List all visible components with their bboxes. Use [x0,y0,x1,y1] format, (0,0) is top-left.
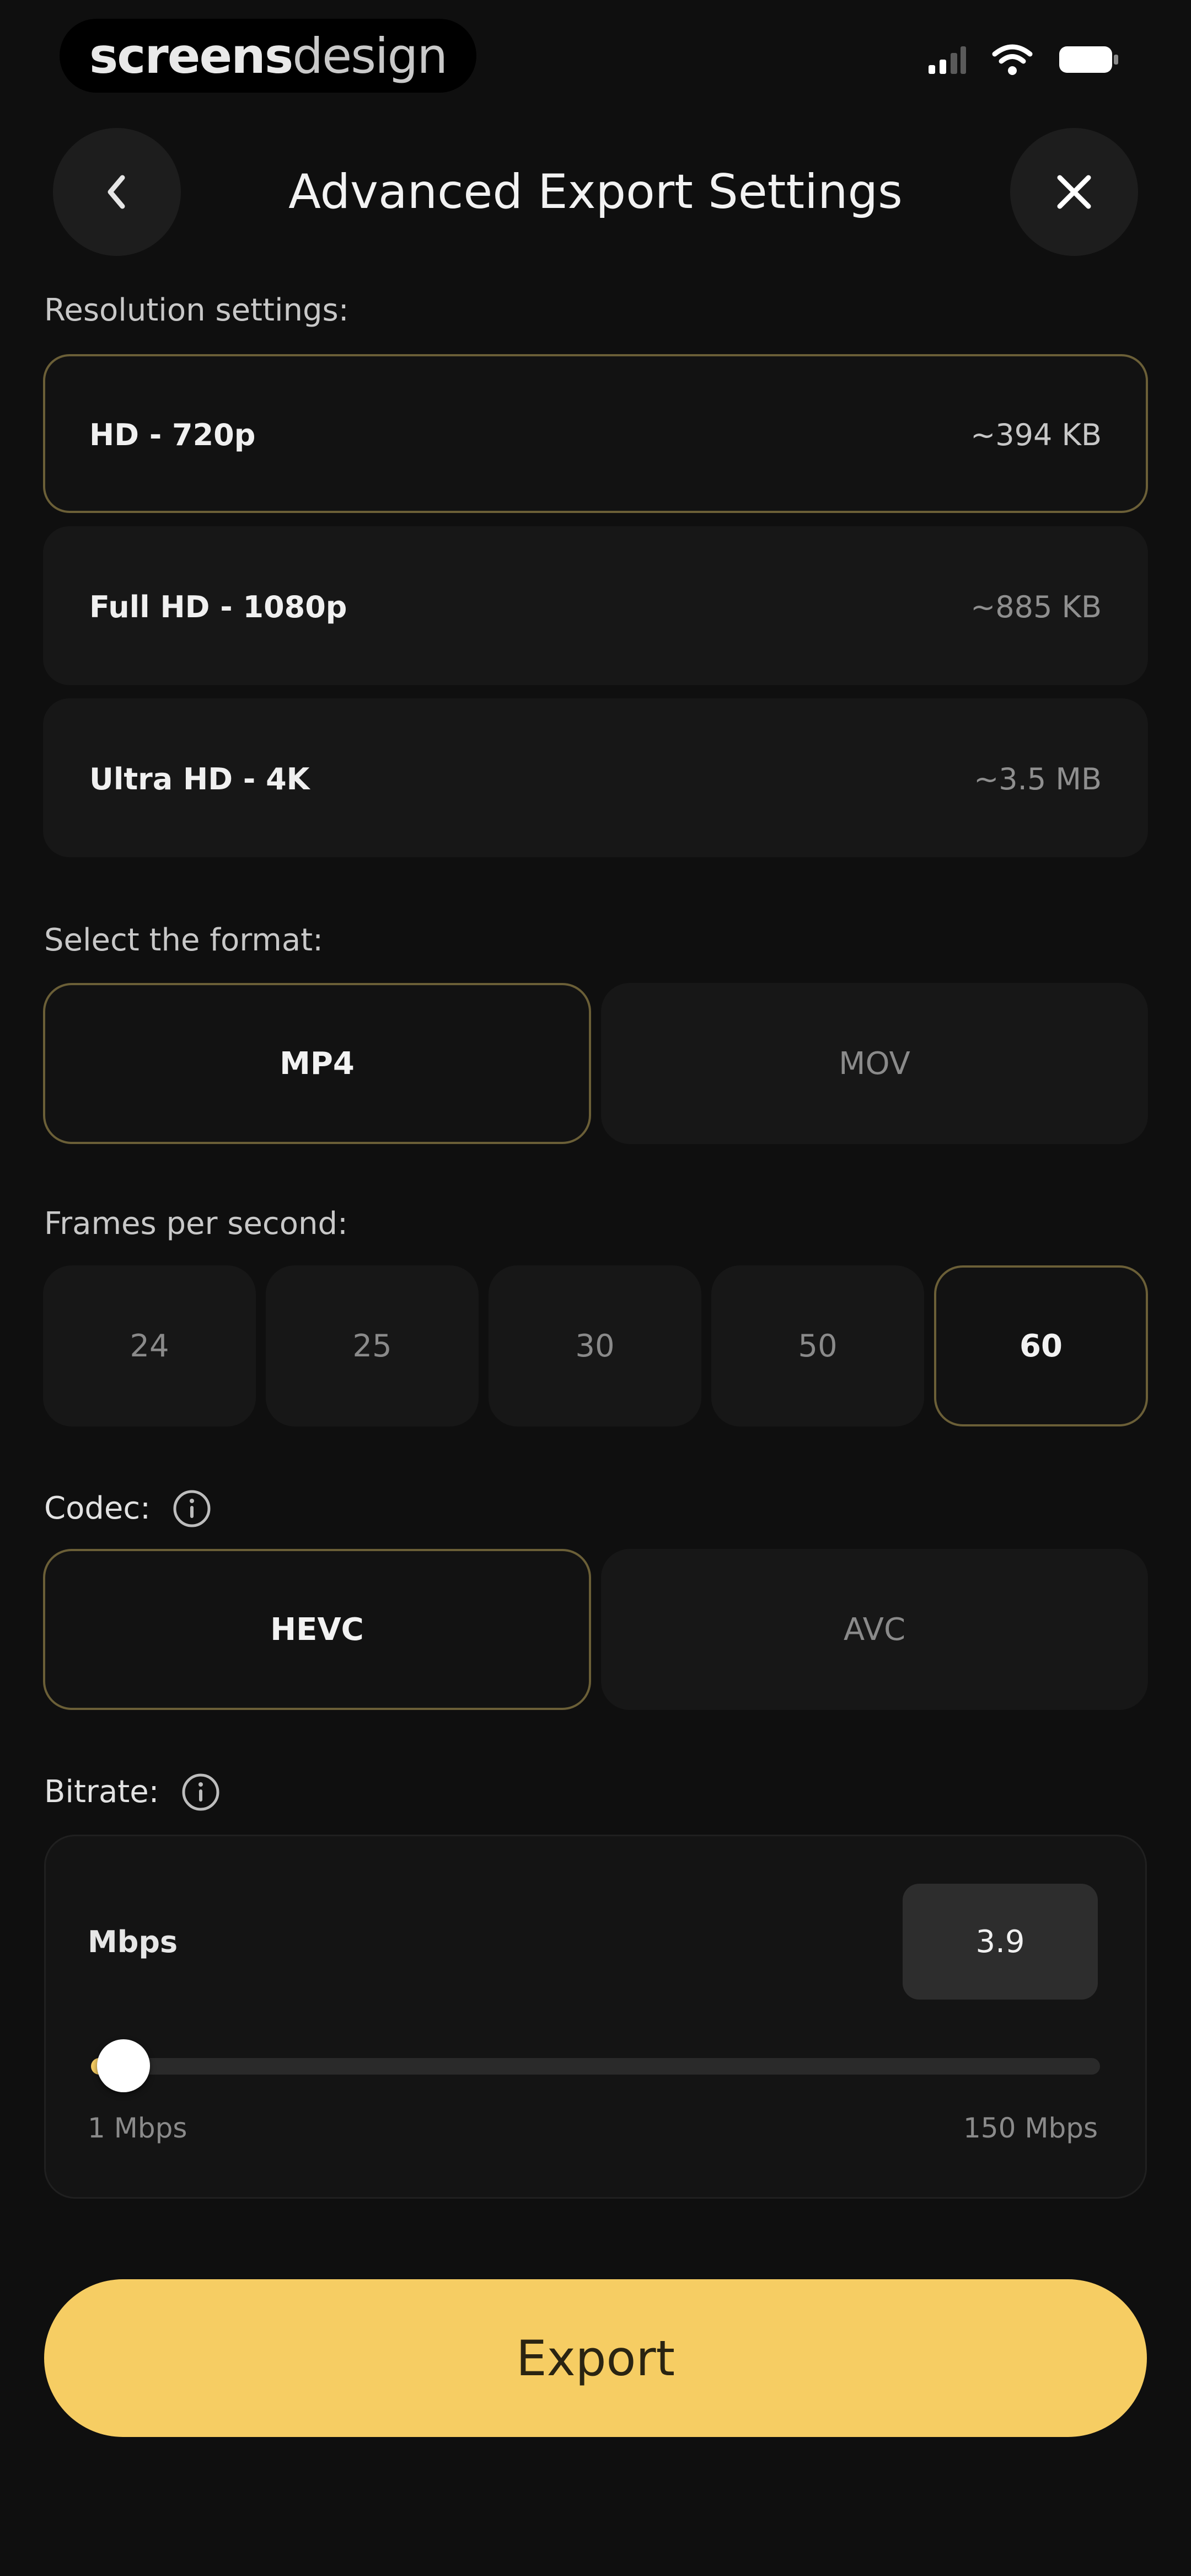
resolution-label: Resolution settings: [44,292,349,328]
fps-option-24[interactable]: 24 [43,1265,256,1426]
fps-label: Frames per second: [44,1206,348,1242]
back-button[interactable] [53,128,181,256]
signal-icon [929,46,966,74]
bitrate-slider[interactable] [91,2039,1100,2092]
brand-strong-text: screens [89,27,293,84]
bitrate-min-label: 1 Mbps [88,2112,187,2144]
resolution-option-size: ~394 KB [970,418,1102,452]
export-button[interactable]: Export [44,2279,1147,2437]
bitrate-card: Mbps 3.9 1 Mbps 150 Mbps [44,1835,1147,2199]
resolution-option-name: HD - 720p [89,418,256,452]
fps-option-25[interactable]: 25 [266,1265,479,1426]
fps-option-30[interactable]: 30 [489,1265,701,1426]
format-label: Select the format: [44,922,323,958]
brand-light-text: design [292,27,448,84]
close-button[interactable] [1010,128,1138,256]
bitrate-max-label: 150 Mbps [963,2112,1098,2144]
bitrate-label-row: Bitrate: [44,1772,221,1813]
resolution-option-size: ~3.5 MB [974,762,1102,797]
bitrate-label: Bitrate: [44,1774,159,1810]
format-option-mp4[interactable]: MP4 [43,983,591,1144]
fps-option-60[interactable]: 60 [934,1265,1148,1426]
fps-option-50[interactable]: 50 [711,1265,924,1426]
resolution-option-size: ~885 KB [970,590,1102,624]
brand-logo: screens design [60,19,476,93]
codec-option-avc[interactable]: AVC [601,1549,1148,1710]
bitrate-unit-label: Mbps [88,1925,178,1959]
resolution-option-ultra-hd[interactable]: Ultra HD - 4K ~3.5 MB [43,698,1148,857]
codec-label-row: Codec: [44,1488,212,1529]
close-icon [1057,175,1091,209]
battery-icon [1059,46,1118,73]
chevron-left-icon [108,175,125,209]
codec-option-hevc[interactable]: HEVC [43,1549,591,1710]
resolution-option-full-hd[interactable]: Full HD - 1080p ~885 KB [43,526,1148,685]
status-icons [927,38,1119,82]
wifi-icon [992,44,1033,75]
info-icon[interactable] [171,1488,212,1529]
page-title: Advanced Export Settings [288,164,903,220]
codec-label: Codec: [44,1490,151,1526]
info-icon[interactable] [180,1772,221,1813]
bitrate-value-field[interactable]: 3.9 [903,1884,1098,2000]
status-bar: screens design [0,0,1191,110]
resolution-option-name: Ultra HD - 4K [89,762,310,797]
export-settings-screen: screens design Advanced Export Settings … [0,0,1191,2576]
header: Advanced Export Settings [0,128,1191,258]
resolution-option-hd[interactable]: HD - 720p ~394 KB [43,354,1148,513]
resolution-option-name: Full HD - 1080p [89,590,347,624]
bitrate-slider-thumb[interactable] [96,2039,150,2092]
format-option-mov[interactable]: MOV [601,983,1148,1144]
